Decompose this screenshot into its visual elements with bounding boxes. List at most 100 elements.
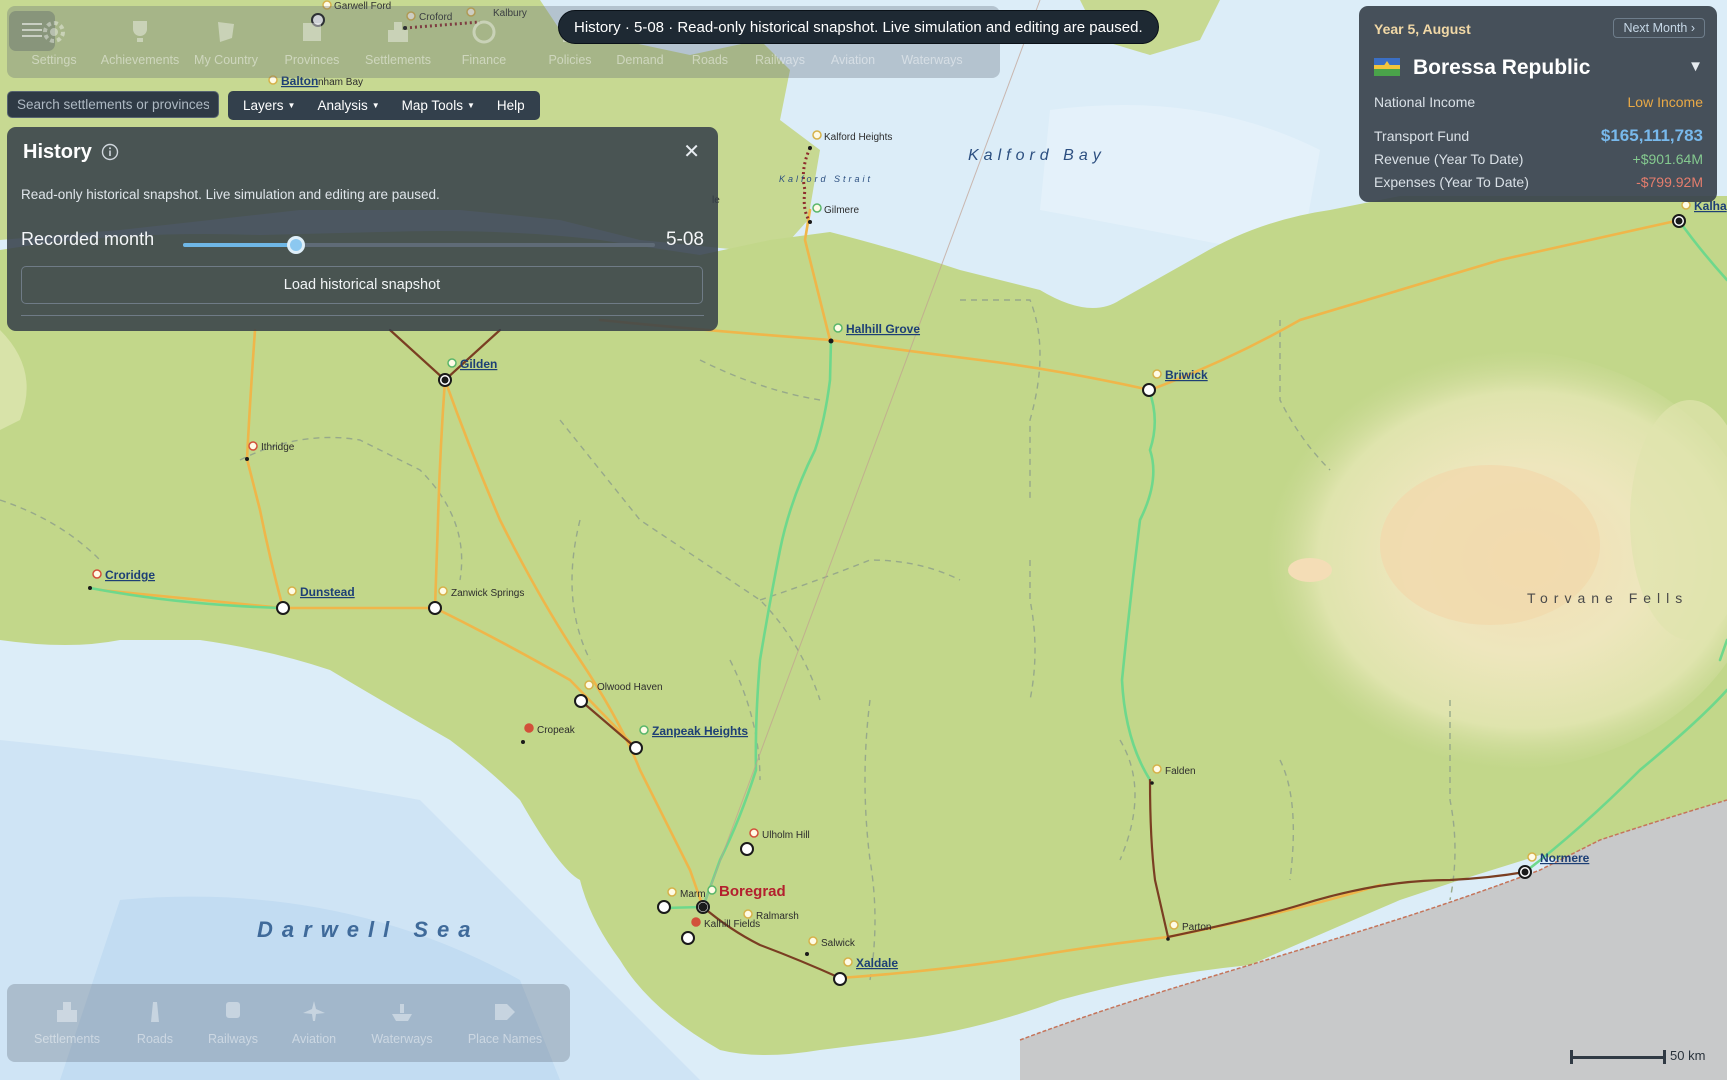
label-ulholm-hill: Ulholm Hill bbox=[762, 830, 810, 841]
layer-waterways[interactable]: Waterways bbox=[362, 998, 442, 1046]
station-xaldale bbox=[833, 972, 847, 986]
station-kalhill bbox=[681, 931, 695, 945]
station-zanpeak bbox=[629, 741, 643, 755]
transport-fund-row: Transport Fund $165,111,783 bbox=[1374, 126, 1703, 145]
road-icon bbox=[151, 1002, 159, 1022]
station-zanwick bbox=[428, 601, 442, 615]
history-panel: History ✕ Read-only historical snapshot.… bbox=[7, 127, 718, 331]
station-ulholm bbox=[740, 842, 754, 856]
menu-analysis-label: Analysis bbox=[317, 98, 368, 113]
label-kalford-strait: Kalford Strait bbox=[779, 174, 873, 184]
label-croridge: Croridge bbox=[105, 568, 155, 582]
train-icon bbox=[226, 1002, 240, 1018]
label-briwick: Briwick bbox=[1165, 368, 1208, 382]
expenses-value: -$799.92M bbox=[1636, 174, 1703, 190]
trophy-icon bbox=[126, 18, 154, 46]
label-zanpeak-heights: Zanpeak Heights bbox=[652, 724, 748, 738]
slider-fill bbox=[183, 243, 297, 247]
expenses-row: Expenses (Year To Date) -$799.92M bbox=[1374, 174, 1703, 190]
recorded-month-slider[interactable] bbox=[175, 234, 655, 258]
label-dunstead: Dunstead bbox=[300, 585, 355, 599]
toolbar-settings-label: Settings bbox=[31, 53, 77, 67]
toolbar-settlements[interactable]: Settlements bbox=[355, 18, 441, 67]
layer-roads-label: Roads bbox=[136, 1032, 174, 1046]
country-icon bbox=[212, 18, 240, 46]
label-ithridge: Ithridge bbox=[261, 442, 295, 453]
transport-fund-value: $165,111,783 bbox=[1600, 126, 1703, 145]
city-icon bbox=[57, 1002, 77, 1022]
revenue-label: Revenue (Year To Date) bbox=[1374, 151, 1524, 167]
national-income-value: Low Income bbox=[1627, 94, 1703, 110]
label-kalford-heights: Kalford Heights bbox=[824, 132, 892, 143]
load-snapshot-button[interactable]: Load historical snapshot bbox=[21, 266, 703, 304]
station-briwick bbox=[1142, 383, 1156, 397]
close-icon[interactable]: ✕ bbox=[683, 139, 700, 164]
current-date: Year 5, August bbox=[1374, 21, 1471, 37]
label-darwell-sea: Darwell Sea bbox=[257, 917, 480, 942]
revenue-row: Revenue (Year To Date) +$901.64M bbox=[1374, 151, 1703, 167]
tag-icon bbox=[495, 1004, 515, 1020]
scale-label: 50 km bbox=[1670, 1048, 1706, 1063]
info-icon[interactable] bbox=[101, 143, 119, 161]
label-xaldale: Xaldale bbox=[856, 956, 898, 970]
label-nham-bay: nham Bay bbox=[318, 77, 363, 88]
layer-settlements-label: Settlements bbox=[33, 1032, 100, 1046]
layer-place-names-label: Place Names bbox=[467, 1032, 543, 1046]
label-marm: Marm bbox=[680, 889, 706, 900]
toolbar-settlements-label: Settlements bbox=[364, 53, 431, 67]
label-ralmarsh: Ralmarsh bbox=[756, 911, 799, 922]
layer-railways-label: Railways bbox=[207, 1032, 258, 1046]
revenue-value: +$901.64M bbox=[1632, 151, 1703, 167]
label-gilden: Gilden bbox=[460, 357, 497, 371]
slider-handle[interactable] bbox=[287, 236, 306, 254]
chevron-down-icon: ▼ bbox=[287, 101, 296, 110]
toolbar-aviation-label: Aviation bbox=[830, 53, 876, 67]
toolbar-waterways-label: Waterways bbox=[901, 53, 963, 67]
label-kalhill-fields: Kalhill Fields bbox=[704, 919, 760, 930]
history-title: History bbox=[23, 141, 92, 163]
layer-aviation[interactable]: Aviation bbox=[274, 998, 354, 1046]
transport-fund-label: Transport Fund bbox=[1374, 128, 1470, 144]
layer-roads[interactable]: Roads bbox=[115, 998, 195, 1046]
layer-settlements[interactable]: Settlements bbox=[27, 998, 107, 1046]
expenses-label: Expenses (Year To Date) bbox=[1374, 174, 1529, 190]
toolbar-provinces[interactable]: Provinces bbox=[269, 18, 355, 67]
chevron-down-icon: ▼ bbox=[466, 101, 475, 110]
layer-railways[interactable]: Railways bbox=[193, 998, 273, 1046]
menu-analysis[interactable]: Analysis ▼ bbox=[306, 98, 390, 113]
layer-place-names[interactable]: Place Names bbox=[465, 998, 545, 1046]
city-icon bbox=[384, 18, 412, 46]
recorded-month-value: 5-08 bbox=[665, 229, 704, 250]
chevron-down-icon: ▼ bbox=[371, 101, 380, 110]
menu-layers[interactable]: Layers ▼ bbox=[232, 98, 306, 113]
toolbar-my-country-label: My Country bbox=[194, 53, 258, 67]
plane-icon bbox=[303, 1001, 325, 1021]
toolbar-finance[interactable]: Finance bbox=[441, 18, 527, 67]
label-gilmere: Gilmere bbox=[824, 205, 859, 216]
label-kalford-bay: Kalford Bay bbox=[968, 147, 1106, 164]
layer-waterways-label: Waterways bbox=[371, 1032, 433, 1046]
scale-bar bbox=[1570, 1050, 1666, 1064]
menubar: Layers ▼ Analysis ▼ Map Tools ▼ Help bbox=[228, 91, 540, 120]
province-icon bbox=[298, 18, 326, 46]
ship-icon bbox=[392, 1004, 412, 1021]
toolbar-provinces-label: Provinces bbox=[284, 53, 340, 67]
toolbar-my-country[interactable]: My Country bbox=[183, 18, 269, 67]
national-income-label: National Income bbox=[1374, 94, 1476, 110]
country-panel: Year 5, August Next Month › Boressa Repu… bbox=[1359, 6, 1717, 202]
toolbar-achievements[interactable]: Achievements bbox=[97, 18, 183, 67]
menu-help[interactable]: Help bbox=[486, 98, 536, 113]
toolbar-settings[interactable]: Settings bbox=[11, 18, 97, 67]
label-falden: Falden bbox=[1165, 766, 1196, 777]
label-torvane-fells: Torvane Fells bbox=[1527, 590, 1688, 606]
next-month-button[interactable]: Next Month › bbox=[1613, 18, 1705, 38]
flag-icon bbox=[1374, 58, 1400, 76]
station-dunstead bbox=[276, 601, 290, 615]
menu-map-tools[interactable]: Map Tools ▼ bbox=[391, 98, 486, 113]
menu-map-tools-label: Map Tools bbox=[401, 98, 463, 113]
menu-layers-label: Layers bbox=[243, 98, 284, 113]
divider bbox=[21, 315, 704, 316]
gear-icon bbox=[40, 18, 68, 46]
search-input[interactable] bbox=[7, 91, 219, 118]
dropdown-triangle-icon[interactable]: ▼ bbox=[1688, 58, 1703, 75]
